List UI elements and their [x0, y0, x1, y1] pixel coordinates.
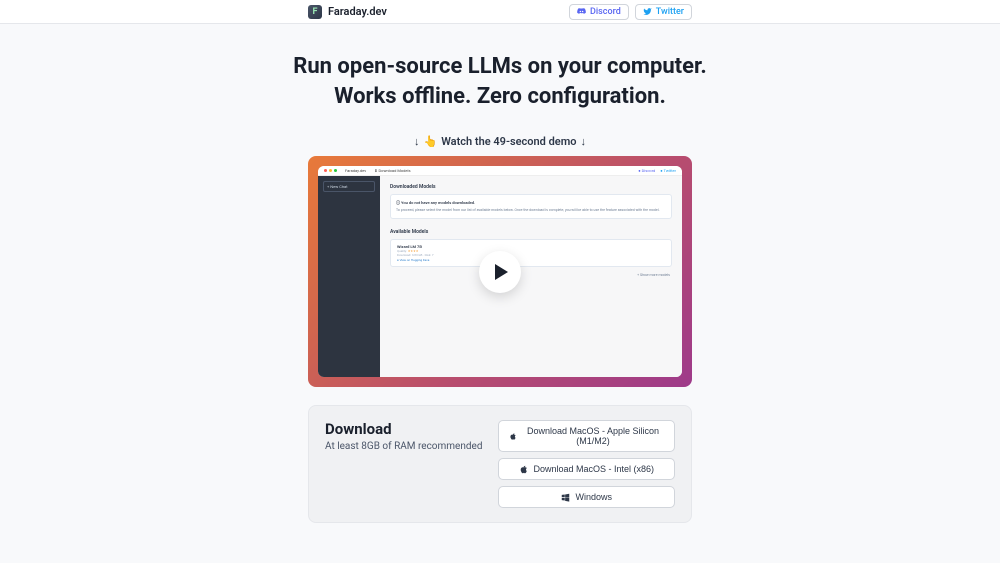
discord-icon — [577, 7, 586, 16]
brand-name: Faraday.dev — [328, 5, 387, 18]
hand-icon: 👆 — [424, 135, 438, 148]
logo-icon: F — [308, 5, 322, 19]
preview-titlebar: Faraday.dev ⬇ Download Models ● Discord … — [318, 166, 682, 176]
btn-intel-label: Download MacOS - Intel (x86) — [533, 464, 654, 474]
twitter-label: Twitter — [656, 7, 684, 17]
main-content: Run open-source LLMs on your computer. W… — [0, 24, 1000, 523]
arrow-down-icon: ↓ — [414, 135, 420, 148]
download-title: Download — [325, 420, 482, 438]
btn-silicon-label: Download MacOS - Apple Silicon (M1/M2) — [522, 426, 664, 446]
preview-title: Faraday.dev — [345, 168, 366, 173]
preview-new-chat: + New Chat — [323, 181, 375, 192]
download-buttons: Download MacOS - Apple Silicon (M1/M2) D… — [498, 420, 675, 508]
btn-windows-label: Windows — [575, 492, 612, 502]
arrow-down-icon: ↓ — [581, 135, 587, 148]
preview-sidebar: + New Chat — [318, 176, 380, 377]
headline-2: Works offline. Zero configuration. — [334, 82, 666, 112]
maximize-dot-icon — [334, 169, 337, 172]
preview-tab: ⬇ Download Models — [374, 168, 410, 173]
empty-state-box: ⓘ You do not have any models downloaded.… — [390, 194, 672, 219]
discord-link[interactable]: Discord — [569, 4, 629, 20]
header-center: F Faraday.dev Discord Twitter — [308, 4, 692, 20]
demo-video-thumbnail[interactable]: Faraday.dev ⬇ Download Models ● Discord … — [308, 156, 692, 387]
play-icon — [495, 264, 508, 280]
twitter-icon — [643, 7, 652, 16]
download-subtitle: At least 8GB of RAM recommended — [325, 441, 482, 452]
empty-title: ⓘ You do not have any models downloaded. — [396, 200, 666, 206]
watch-demo-text: Watch the 49-second demo — [441, 135, 576, 148]
preview-discord: ● Discord — [638, 168, 655, 173]
show-more: + Show more models — [390, 271, 672, 279]
windows-icon — [561, 493, 570, 502]
download-info: Download At least 8GB of RAM recommended — [325, 420, 482, 508]
empty-body: To proceed, please select the model from… — [396, 208, 666, 213]
download-macos-silicon-button[interactable]: Download MacOS - Apple Silicon (M1/M2) — [498, 420, 675, 452]
download-macos-intel-button[interactable]: Download MacOS - Intel (x86) — [498, 458, 675, 480]
apple-icon — [509, 432, 517, 441]
view-huggingface: ● View on Hugging Face — [397, 258, 665, 262]
watch-demo-link[interactable]: ↓ 👆 Watch the 49-second demo ↓ — [414, 135, 586, 148]
play-button[interactable] — [479, 251, 521, 293]
apple-icon — [519, 465, 528, 474]
minimize-dot-icon — [329, 169, 332, 172]
model-card: Wizard LM 7B Quality: ★★★★ Download: 3.8… — [390, 239, 672, 267]
available-heading: Available Models — [390, 229, 672, 235]
download-windows-button[interactable]: Windows — [498, 486, 675, 508]
headline-1: Run open-source LLMs on your computer. — [293, 52, 707, 82]
model-size: Download: 3.83 GB · Disk: 7 — [397, 253, 665, 257]
header-links: Discord Twitter — [569, 4, 692, 20]
close-dot-icon — [324, 169, 327, 172]
twitter-link[interactable]: Twitter — [635, 4, 692, 20]
logo-area[interactable]: F Faraday.dev — [308, 5, 387, 19]
preview-twitter: ● Twitter — [660, 168, 676, 173]
download-panel: Download At least 8GB of RAM recommended… — [308, 405, 692, 523]
downloaded-heading: Downloaded Models — [390, 184, 672, 190]
preview-content: Downloaded Models ⓘ You do not have any … — [380, 176, 682, 377]
discord-label: Discord — [590, 7, 621, 17]
header: F Faraday.dev Discord Twitter — [0, 0, 1000, 24]
